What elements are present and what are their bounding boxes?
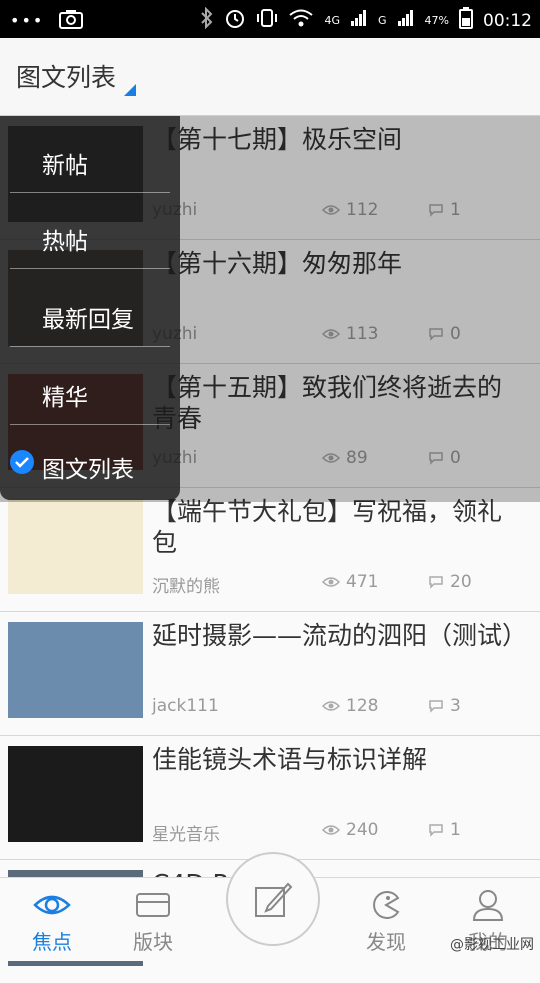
alarm-icon bbox=[224, 7, 246, 34]
checkmark-icon bbox=[10, 450, 34, 474]
comment-count: 3 bbox=[428, 696, 461, 716]
watermark: @影视工业网 bbox=[450, 937, 534, 953]
compose-button[interactable] bbox=[226, 852, 320, 946]
menu-divider bbox=[10, 424, 170, 425]
tab-boards[interactable]: 版块 bbox=[103, 878, 203, 961]
vibrate-icon bbox=[256, 7, 278, 34]
battery-percent: 47% bbox=[424, 14, 449, 27]
post-thumbnail bbox=[8, 746, 143, 842]
eye-icon bbox=[322, 825, 340, 835]
post-thumbnail bbox=[8, 622, 143, 718]
pen-icon bbox=[250, 876, 296, 926]
eye-icon bbox=[322, 701, 340, 711]
screenshot-icon bbox=[58, 8, 84, 34]
tab-focus[interactable]: 焦点 bbox=[2, 878, 102, 961]
list-item[interactable]: 延时摄影——流动的泗阳（测试） jack111 128 3 bbox=[0, 612, 540, 736]
card-icon bbox=[133, 888, 173, 922]
post-title: 【端午节大礼包】写祝福，领礼包 bbox=[152, 497, 503, 557]
network-4g-label: 4G bbox=[324, 14, 341, 27]
more-dots-icon: ••• bbox=[10, 11, 45, 30]
view-count: 240 bbox=[322, 820, 378, 840]
clock-time: 00:12 bbox=[483, 10, 532, 31]
menu-divider bbox=[10, 346, 170, 347]
post-meta: jack111 128 3 bbox=[152, 696, 524, 718]
status-bar: ••• 4G G 47% 00:12 bbox=[0, 0, 540, 38]
menu-item-new-posts[interactable]: 新帖 bbox=[0, 124, 180, 194]
comment-count: 20 bbox=[428, 572, 472, 592]
eye-icon bbox=[322, 577, 340, 587]
wifi-icon bbox=[288, 8, 314, 33]
person-icon bbox=[468, 888, 508, 922]
menu-item-featured[interactable]: 精华 bbox=[0, 356, 180, 426]
post-author: jack111 bbox=[152, 696, 219, 716]
sort-dropdown-menu: 新帖 热帖 最新回复 精华 图文列表 bbox=[0, 116, 180, 500]
signal-icon bbox=[350, 9, 368, 32]
discover-icon bbox=[366, 888, 406, 922]
comment-count: 1 bbox=[428, 820, 461, 840]
list-mode-selector[interactable]: 图文列表 bbox=[16, 58, 116, 94]
view-count: 128 bbox=[322, 696, 378, 716]
comment-icon bbox=[429, 700, 443, 713]
dropdown-caret-icon[interactable] bbox=[124, 84, 136, 96]
post-author: 沉默的熊 bbox=[152, 577, 220, 597]
view-count: 471 bbox=[322, 572, 378, 592]
menu-item-hot-posts[interactable]: 热帖 bbox=[0, 200, 180, 270]
tab-discover[interactable]: 发现 bbox=[336, 878, 436, 961]
comment-icon bbox=[429, 824, 443, 837]
post-title: 佳能镜头术语与标识详解 bbox=[152, 745, 428, 774]
menu-item-image-list[interactable]: 图文列表 bbox=[0, 428, 180, 498]
menu-item-latest-reply[interactable]: 最新回复 bbox=[0, 278, 180, 348]
list-item[interactable]: 佳能镜头术语与标识详解 星光音乐 240 1 bbox=[0, 736, 540, 860]
post-meta: 星光音乐 240 1 bbox=[152, 820, 524, 845]
menu-divider bbox=[10, 192, 170, 193]
bluetooth-icon bbox=[200, 6, 214, 34]
eye-icon bbox=[32, 888, 72, 922]
post-title: 延时摄影——流动的泗阳（测试） bbox=[152, 621, 528, 650]
network-g-label: G bbox=[378, 14, 387, 27]
battery-icon bbox=[459, 7, 473, 34]
post-author: 星光音乐 bbox=[152, 825, 220, 845]
comment-icon bbox=[429, 576, 443, 589]
post-meta: 沉默的熊 471 20 bbox=[152, 572, 524, 597]
post-thumbnail bbox=[8, 498, 143, 594]
signal-icon-2 bbox=[397, 9, 415, 32]
menu-divider bbox=[10, 268, 170, 269]
app-header: 图文列表 bbox=[0, 38, 540, 116]
list-item[interactable]: 【端午节大礼包】写祝福，领礼包 沉默的熊 471 20 bbox=[0, 488, 540, 612]
